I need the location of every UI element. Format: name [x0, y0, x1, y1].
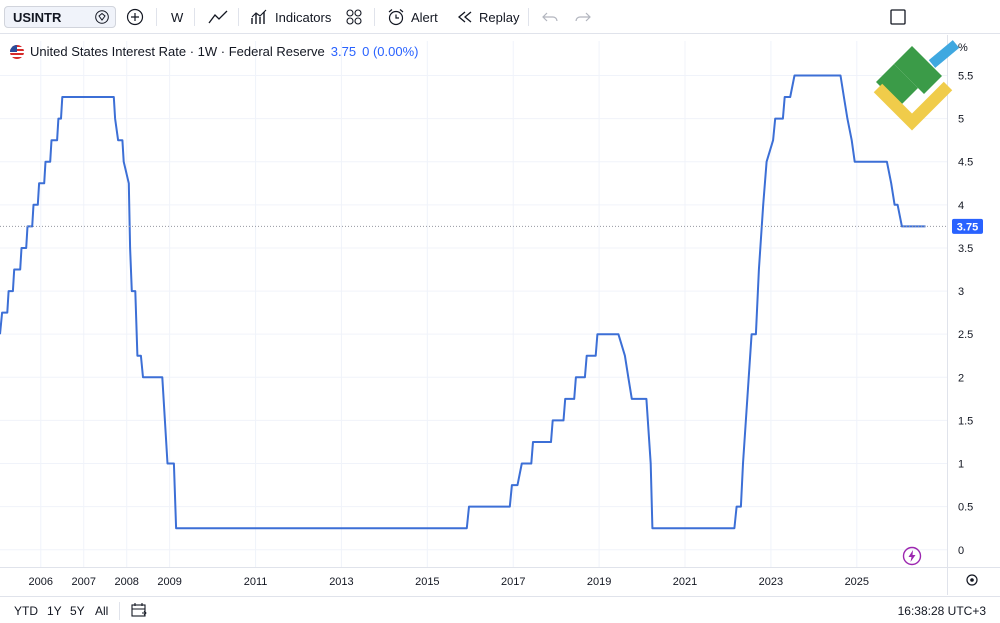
bottom-bar: YTD 1Y 5Y All 16:38:28 UTC+3	[0, 596, 1000, 623]
legend-title: United States Interest Rate · 1W · Feder…	[30, 44, 325, 59]
redo-button[interactable]	[574, 8, 592, 26]
x-tick-label: 2007	[72, 576, 96, 588]
y-tick-label: 0	[958, 545, 964, 557]
line-chart-icon	[208, 10, 228, 24]
separator	[528, 8, 529, 26]
y-tick-label: 2.5	[958, 329, 973, 341]
chart-type-button[interactable]	[207, 8, 229, 26]
undo-button[interactable]	[541, 8, 559, 26]
clock-readout: 16:38:28 UTC+3	[897, 604, 986, 618]
plus-circle-icon	[126, 8, 144, 26]
brand-logo-icon	[873, 40, 960, 131]
last-value-label: 3.75	[957, 221, 978, 233]
x-tick-label: 2011	[244, 576, 268, 588]
undo-icon	[542, 12, 558, 22]
separator	[119, 602, 120, 620]
top-toolbar: USINTR W Indicators Alert Replay	[0, 0, 1000, 34]
range-ytd-button[interactable]: YTD	[14, 604, 38, 618]
rewind-icon	[457, 11, 472, 23]
x-tick-label: 2008	[114, 576, 138, 588]
legend-value: 3.75	[330, 44, 357, 59]
fullscreen-button[interactable]	[889, 8, 907, 26]
y-tick-label: 4	[958, 200, 964, 212]
x-tick-label: 2023	[759, 576, 783, 588]
symbol-label: USINTR	[13, 9, 62, 25]
alarm-clock-icon	[388, 9, 404, 26]
indicators-icon	[251, 9, 267, 24]
indicators-button[interactable]: Indicators	[250, 8, 331, 26]
interval-button[interactable]: W	[171, 8, 183, 26]
range-1y-button[interactable]: 1Y	[47, 604, 62, 618]
range-all-button[interactable]: All	[95, 604, 108, 618]
calendar-range-icon[interactable]	[130, 601, 148, 619]
axis-settings-icon-center	[970, 578, 974, 582]
interest-rate-chart[interactable]: 00.511.522.533.544.555.5%2006 2007 2008 200…	[0, 35, 1000, 595]
replay-button[interactable]: Replay	[456, 8, 519, 26]
x-tick-label: 2015	[415, 576, 439, 588]
chart-legend: United States Interest Rate · 1W · Feder…	[10, 44, 418, 59]
replay-label: Replay	[479, 9, 520, 25]
legend-change: 0 (0.00%)	[362, 44, 419, 59]
separator	[194, 8, 195, 26]
symbol-search[interactable]: USINTR	[4, 6, 116, 28]
y-tick-label: 4.5	[958, 157, 973, 169]
y-tick-label: 1	[958, 459, 964, 471]
separator	[238, 8, 239, 26]
x-tick-label: 2019	[587, 576, 611, 588]
lightning-icon[interactable]	[902, 546, 922, 566]
range-5y-button[interactable]: 5Y	[70, 604, 85, 618]
redo-icon	[575, 12, 591, 22]
x-tick-label: 2013	[329, 576, 353, 588]
x-tick-label: 2009	[157, 576, 181, 588]
separator	[374, 8, 375, 26]
layouts-button[interactable]	[345, 8, 363, 26]
y-tick-label: 1.5	[958, 415, 973, 427]
y-tick-label: 3.5	[958, 243, 973, 255]
alert-label: Alert	[411, 9, 438, 25]
y-tick-label: 0.5	[958, 502, 973, 514]
indicators-label: Indicators	[275, 9, 332, 25]
x-tick-label: 2017	[501, 576, 525, 588]
x-tick-label: 2021	[673, 576, 697, 588]
grid-layout-icon	[346, 9, 362, 25]
separator	[156, 8, 157, 26]
us-flag-icon	[10, 44, 24, 59]
compare-diamond-icon[interactable]	[95, 10, 109, 24]
x-tick-label: 2006	[29, 576, 53, 588]
y-tick-label: 2	[958, 372, 964, 384]
square-icon	[890, 9, 906, 25]
add-symbol-button[interactable]	[126, 8, 144, 26]
x-tick-label: 2025	[845, 576, 869, 588]
y-tick-label: 3	[958, 286, 964, 298]
interval-label: W	[171, 9, 184, 25]
alert-button[interactable]: Alert	[386, 8, 438, 26]
